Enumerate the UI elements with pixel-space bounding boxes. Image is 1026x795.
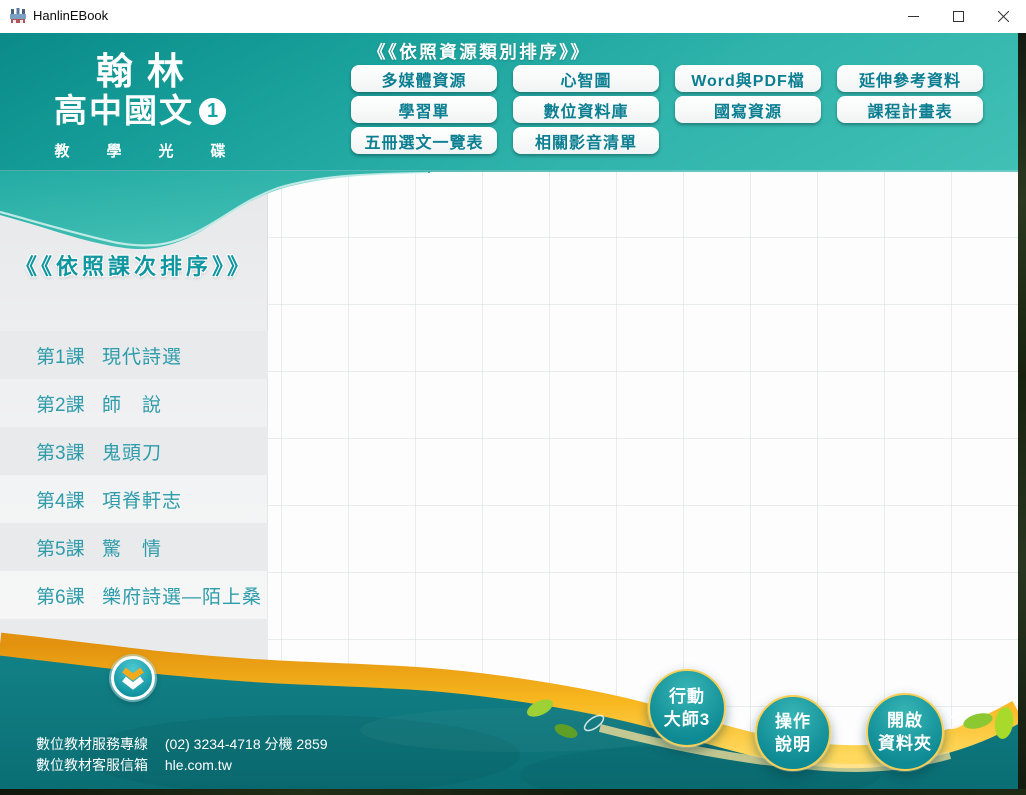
resource-button-related-media-list[interactable]: 相關影音清單 [513, 127, 659, 154]
lesson-number: 第4課 [36, 486, 102, 513]
close-icon [998, 11, 1009, 22]
service-hotline-label: 數位教材服務專線 [36, 736, 148, 752]
resource-button-mindmap[interactable]: 心智圖 [513, 65, 659, 92]
lesson-item-6[interactable]: 第6課 樂府詩選—陌上桑 [0, 571, 268, 619]
titlebar: HanlinEBook [0, 0, 1026, 33]
resource-button-word-pdf[interactable]: Word與PDF檔 [675, 65, 821, 92]
round-button-line: 大師3 [664, 708, 710, 731]
lesson-item-2[interactable]: 第2課 師 說 [0, 379, 268, 427]
minimize-icon [908, 11, 919, 22]
round-button-line: 資料夾 [878, 732, 932, 755]
series-title: 高中國文 [54, 93, 194, 129]
action-master-3-button[interactable]: 行動 大師3 [648, 669, 726, 747]
open-folder-button[interactable]: 開啟 資料夾 [866, 693, 944, 771]
resource-button-worksheet[interactable]: 學習單 [351, 96, 497, 123]
lesson-item-1[interactable]: 第1課 現代詩選 [0, 331, 268, 379]
chevron-down-icon [118, 665, 148, 691]
app-canvas: 翰林 高中國文 1 教學光碟 《《依照資源類別排序》》 多媒體資源 心智圖 Wo… [0, 33, 1018, 789]
lesson-number: 第6課 [36, 582, 102, 609]
resource-button-grid: 多媒體資源 心智圖 Word與PDF檔 延伸參考資料 學習單 數位資料庫 國寫資… [351, 65, 983, 154]
resource-button-multimedia[interactable]: 多媒體資源 [351, 65, 497, 92]
lesson-title: 驚 情 [102, 534, 162, 561]
operation-guide-button[interactable]: 操作 說明 [755, 695, 831, 771]
resource-button-writing-resource[interactable]: 國寫資源 [675, 96, 821, 123]
lesson-title: 項脊軒志 [102, 486, 182, 513]
lesson-title: 樂府詩選—陌上桑 [102, 582, 262, 609]
product-logo: 翰林 高中國文 1 教學光碟 [0, 53, 280, 161]
service-mailbox-address: hle.com.tw [165, 757, 232, 773]
maximize-icon [953, 11, 964, 22]
resource-button-five-volume-list[interactable]: 五冊選文一覽表 [351, 127, 497, 154]
lesson-title: 鬼頭刀 [102, 438, 162, 465]
lesson-number: 第5課 [36, 534, 102, 561]
product-subtitle: 教學光碟 [54, 140, 262, 161]
lesson-item-4[interactable]: 第4課 項脊軒志 [0, 475, 268, 523]
minimize-button[interactable] [891, 0, 936, 33]
app-window: HanlinEBook 翰林 高中國文 1 教學光碟 《《依照資源類別排序》》 … [0, 0, 1026, 795]
round-button-line: 說明 [775, 733, 811, 756]
round-button-line: 開啟 [887, 709, 923, 732]
lesson-number: 第3課 [36, 438, 102, 465]
lesson-title: 現代詩選 [102, 342, 182, 369]
contact-info: 數位教材服務專線 (02) 3234-4718 分機 2859 數位教材客服信箱… [36, 734, 328, 776]
close-button[interactable] [981, 0, 1026, 33]
round-button-line: 操作 [775, 710, 811, 733]
lesson-section-heading: 《《依照課次排序》》 [0, 249, 268, 281]
round-button-line: 行動 [669, 685, 705, 708]
brand-name: 翰林 [14, 53, 280, 91]
resource-section-heading: 《《依照資源類別排序》》 [368, 39, 591, 64]
window-edge-right [1018, 33, 1026, 795]
lesson-item-5[interactable]: 第5課 驚 情 [0, 523, 268, 571]
window-edge-bottom [0, 789, 1026, 795]
resource-button-digital-database[interactable]: 數位資料庫 [513, 96, 659, 123]
resource-button-extended-reference[interactable]: 延伸參考資料 [837, 65, 983, 92]
lesson-number: 第1課 [36, 342, 102, 369]
lesson-number: 第2課 [36, 390, 102, 417]
resource-button-curriculum-plan[interactable]: 課程計畫表 [837, 96, 983, 123]
service-hotline-number: (02) 3234-4718 分機 2859 [165, 736, 328, 752]
lesson-title: 師 說 [102, 390, 162, 417]
lesson-item-3[interactable]: 第3課 鬼頭刀 [0, 427, 268, 475]
volume-badge: 1 [199, 98, 226, 125]
scroll-down-button[interactable] [111, 656, 155, 700]
app-icon [9, 7, 27, 25]
window-title: HanlinEBook [33, 8, 108, 23]
lesson-list: 第1課 現代詩選 第2課 師 說 第3課 鬼頭刀 第4課 項脊軒志 第5課 [0, 331, 268, 667]
maximize-button[interactable] [936, 0, 981, 33]
service-mailbox-label: 數位教材客服信箱 [36, 757, 148, 773]
